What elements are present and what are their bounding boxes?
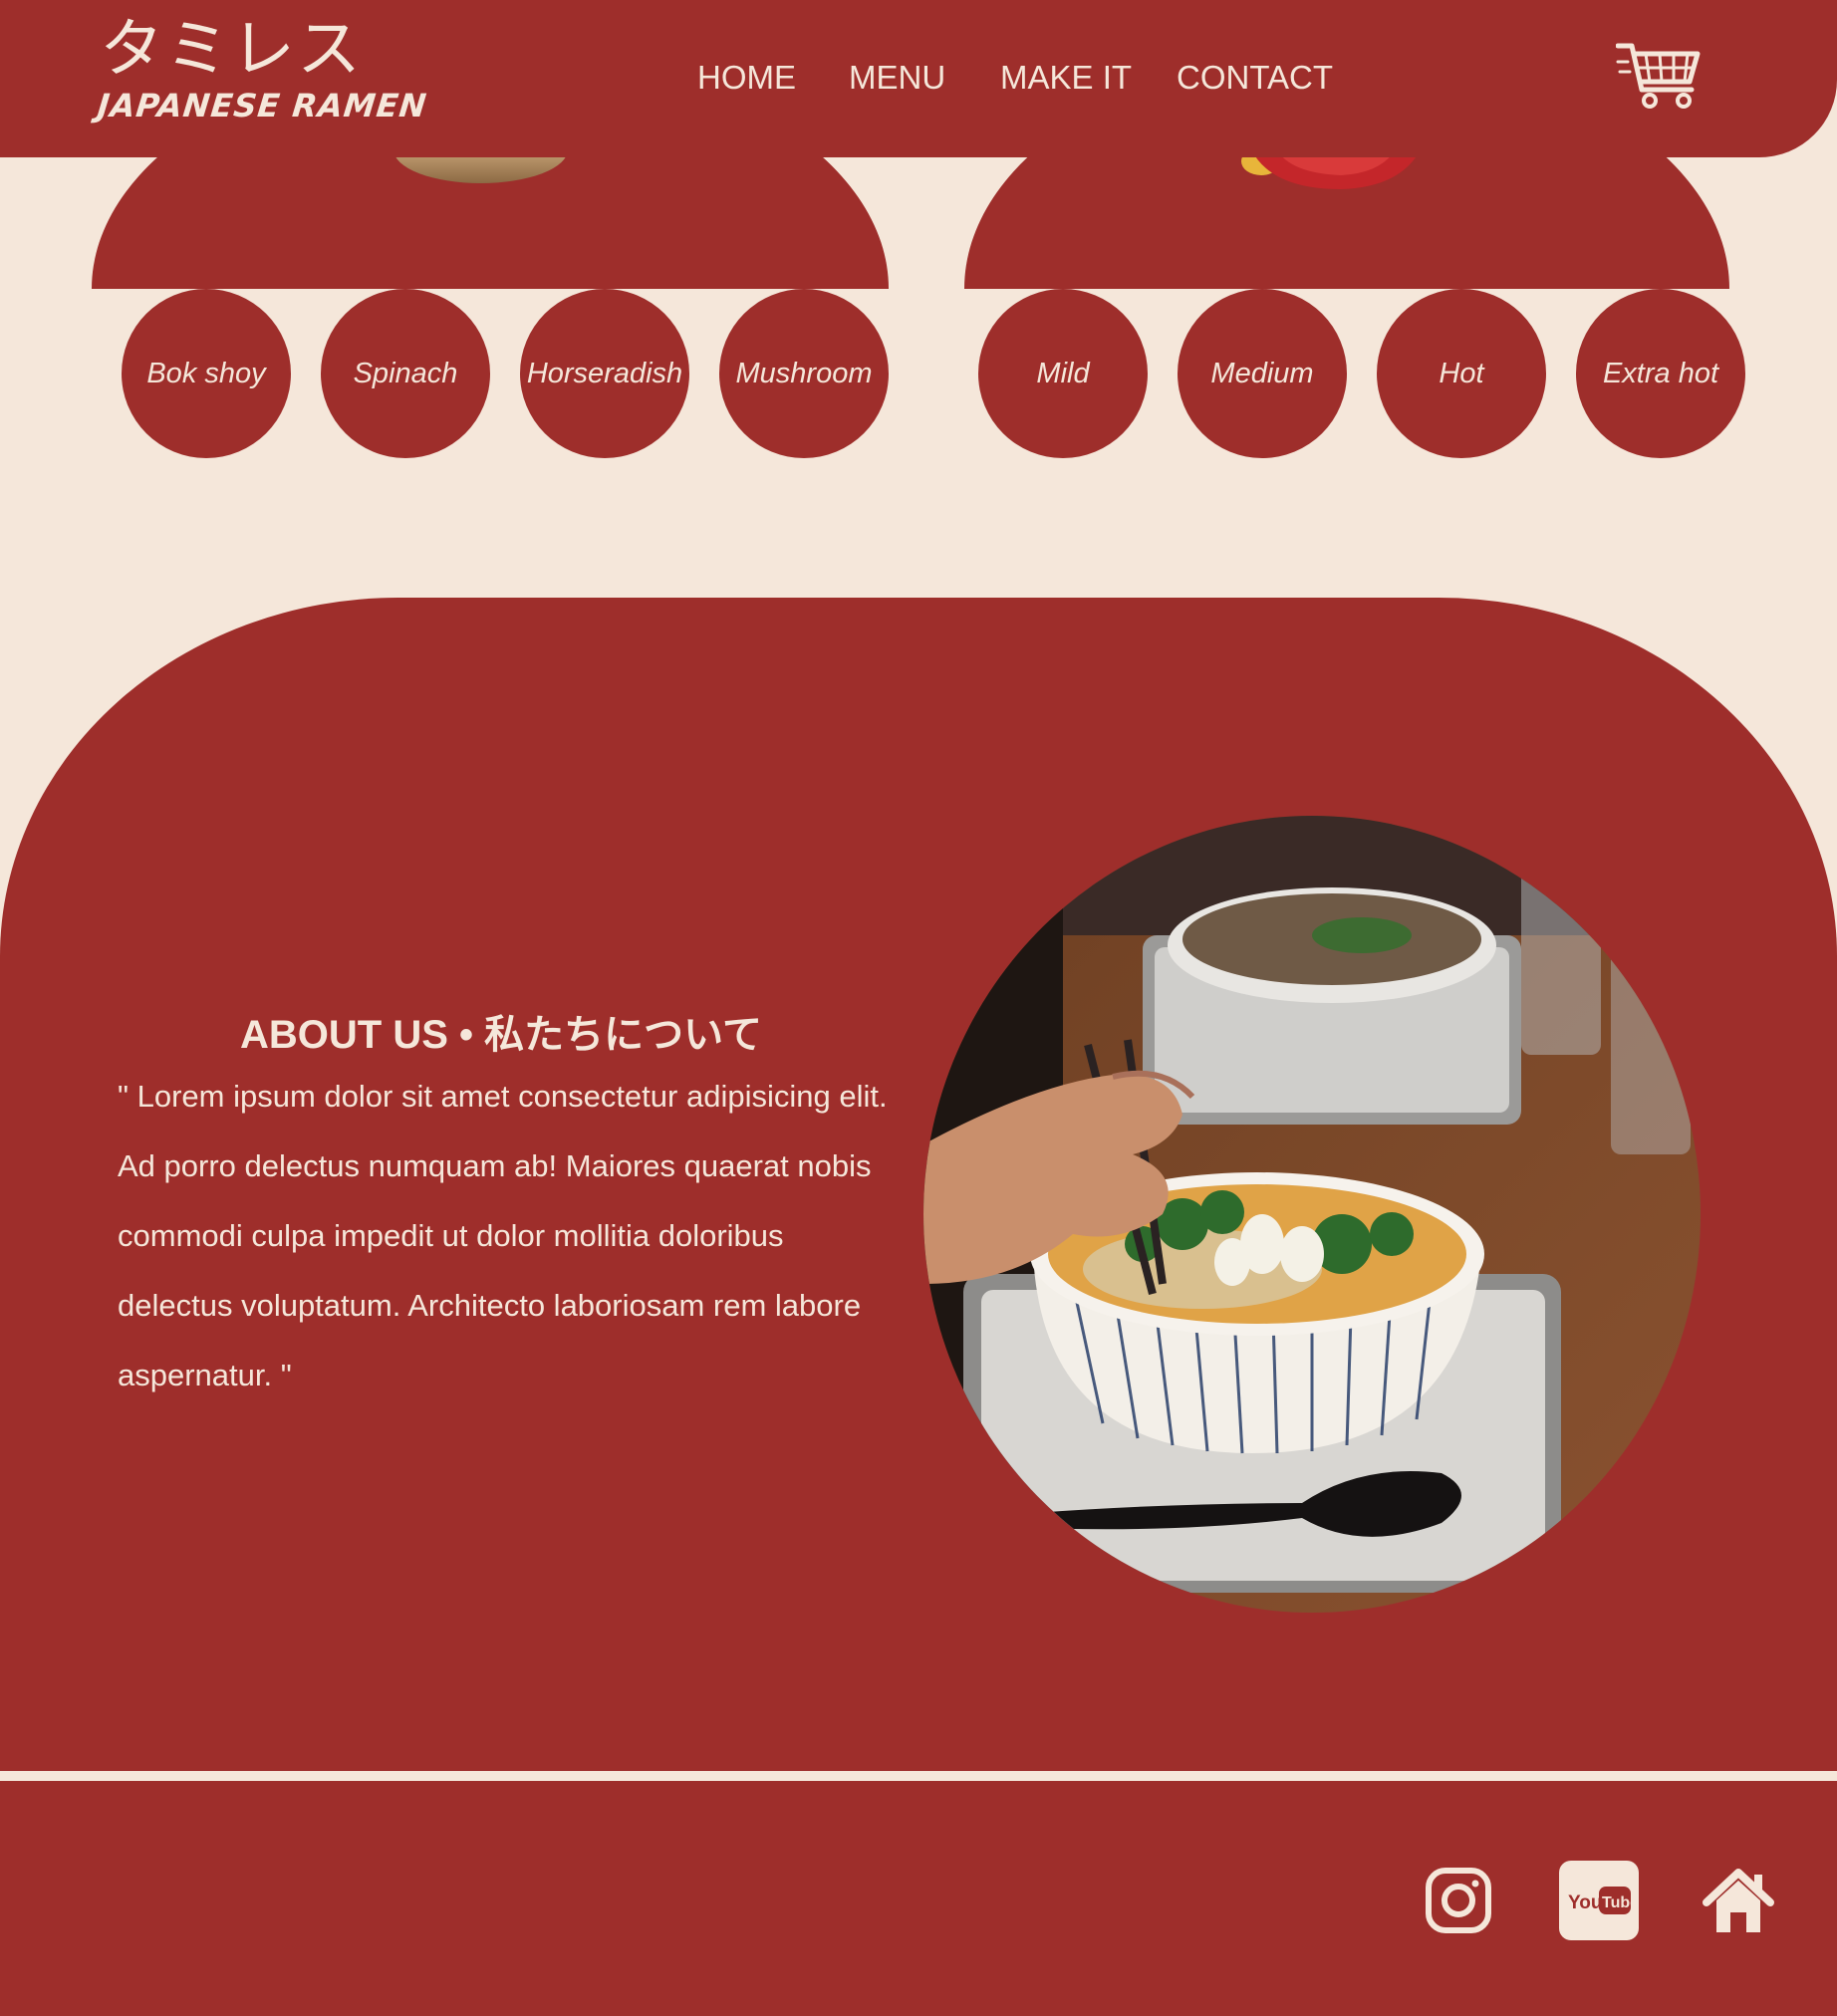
nav-make-it[interactable]: MAKE IT [1000,58,1132,98]
about-title: ABOUT US • 私たちについて [240,1013,762,1058]
topping-option-spinach[interactable]: Spinach [321,289,490,458]
instagram-icon[interactable] [1419,1861,1498,1940]
spice-option-hot[interactable]: Hot [1377,289,1546,458]
logo-english[interactable]: JAPANESE RAMEN [96,87,429,125]
nav-home[interactable]: HOME [697,58,796,98]
about-text: " Lorem ipsum dolor sit amet consectetur… [118,1079,888,1392]
svg-text:Tube: Tube [1602,1894,1639,1911]
spice-option-extra-hot[interactable]: Extra hot [1576,289,1745,458]
nav-contact[interactable]: CONTACT [1177,58,1333,98]
topping-option-mushroom[interactable]: Mushroom [719,289,889,458]
svg-text:You: You [1568,1892,1602,1913]
logo-japanese[interactable]: タミレス [100,14,363,86]
site-header: タミレス JAPANESE RAMEN HOME MENU MAKE IT CO… [0,0,1837,157]
spice-option-mild[interactable]: Mild [978,289,1148,458]
topping-option-horseradish[interactable]: Horseradish [520,289,689,458]
nav-menu[interactable]: MENU [849,58,945,98]
youtube-icon[interactable]: You Tube [1559,1861,1639,1940]
home-icon[interactable] [1699,1861,1778,1940]
spice-option-medium[interactable]: Medium [1178,289,1347,458]
footer-divider [0,1771,1837,1781]
shopping-cart-icon[interactable] [1616,40,1702,112]
topping-option-bok-shoy[interactable]: Bok shoy [122,289,291,458]
ramen-photo [923,816,1701,1613]
